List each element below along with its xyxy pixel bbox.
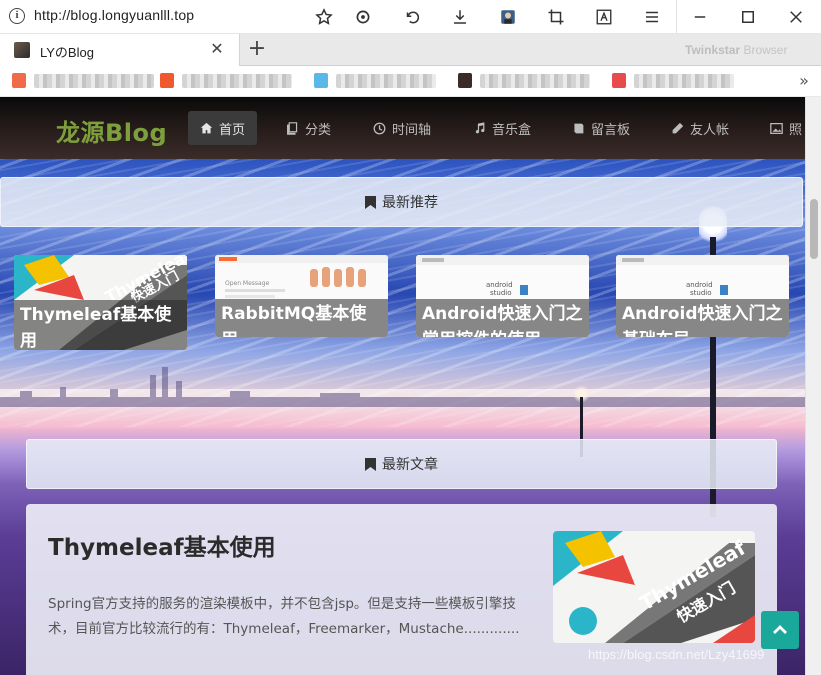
close-icon[interactable] xyxy=(785,6,807,28)
new-tab-icon[interactable]: + xyxy=(246,38,268,60)
clock-icon xyxy=(373,122,386,134)
favicon-icon xyxy=(14,42,30,58)
chevron-double-right-icon[interactable]: » xyxy=(794,71,814,91)
nav-label: 友人帐 xyxy=(690,122,730,138)
nav-timeline[interactable]: 时间轴 xyxy=(361,111,443,145)
divider xyxy=(676,0,677,34)
nav-home[interactable]: 首页 xyxy=(188,111,258,145)
bookmark-icon xyxy=(365,457,376,471)
bookmark-item[interactable] xyxy=(34,74,154,88)
pencil-icon xyxy=(672,122,684,133)
nav-label: 音乐盒 xyxy=(492,122,532,138)
scrollbar-thumb[interactable] xyxy=(810,199,818,259)
bookmark-icon[interactable] xyxy=(314,73,328,88)
bookmark-item[interactable] xyxy=(634,74,734,88)
site-logo[interactable]: 龙源Blog xyxy=(56,113,167,148)
nav-label: 时间轴 xyxy=(392,122,432,138)
svg-text:android: android xyxy=(686,281,713,289)
nav-label: 分类 xyxy=(305,122,332,138)
undo-icon[interactable] xyxy=(401,6,423,28)
article-thumbnail[interactable]: Thymeleaf 快速入门 xyxy=(553,531,755,643)
page-scrollbar[interactable] xyxy=(805,97,821,675)
minimize-icon[interactable] xyxy=(689,6,711,28)
recommended-header: 最新推荐 xyxy=(0,177,803,227)
bookmarks-bar: » xyxy=(0,66,821,97)
nav-friends[interactable]: 友人帐 xyxy=(659,111,741,145)
nav-label: 留言板 xyxy=(591,122,631,138)
info-icon[interactable]: i xyxy=(9,8,25,24)
recommended-card[interactable]: Thymeleaf 快速入门 Thymeleaf基本使用 xyxy=(14,255,187,350)
star-icon[interactable] xyxy=(313,6,335,28)
bookmark-icon[interactable] xyxy=(458,73,472,88)
card-title: RabbitMQ基本使用 xyxy=(215,299,388,337)
bookmark-item[interactable] xyxy=(336,74,436,88)
card-title: Thymeleaf基本使用 xyxy=(14,300,187,350)
page-viewport: 龙源Blog 首页 分类 时间轴 音乐盒 留言板 友人帐 照 最新推荐 Thym… xyxy=(0,97,821,675)
maximize-icon[interactable] xyxy=(737,6,759,28)
section-title: 最新文章 xyxy=(382,457,438,473)
image-icon xyxy=(770,122,783,134)
recommended-card[interactable]: Open Message RabbitMQ基本使用 xyxy=(215,255,388,337)
browser-chrome: i http://blog.longyuanlll.top LYのBlog ✕ … xyxy=(0,0,821,97)
article-summary: Spring官方支持的服务的渲染模板中，并不包含jsp。但是支持一些模板引擎技术… xyxy=(48,596,520,637)
bookmark-item[interactable] xyxy=(182,74,292,88)
music-icon xyxy=(475,121,485,133)
tab-title: LYのBlog xyxy=(40,45,94,60)
recommended-card[interactable]: android studio Android快速入门之常用控件的使用 xyxy=(416,255,589,337)
tab-bar: LYのBlog ✕ + Twinkstar Browser xyxy=(0,34,821,66)
nav-label: 照 xyxy=(789,122,803,138)
section-title: 最新推荐 xyxy=(382,195,438,211)
book-icon xyxy=(574,123,584,133)
nav-music[interactable]: 音乐盒 xyxy=(461,111,543,145)
crop-icon[interactable] xyxy=(545,6,567,28)
bookmark-item[interactable] xyxy=(480,74,590,88)
home-icon xyxy=(200,122,213,133)
copy-icon xyxy=(287,121,298,135)
bookmark-icon[interactable] xyxy=(612,73,626,88)
bookmark-icon xyxy=(365,195,376,209)
thymeleaf-cover-image: Thymeleaf 快速入门 xyxy=(553,531,755,643)
tab-close-icon[interactable]: ✕ xyxy=(208,40,226,58)
tab-lyblog[interactable]: LYのBlog ✕ xyxy=(0,34,240,66)
watermark-text: https://blog.csdn.net/Lzy41699 xyxy=(588,647,765,662)
avatar-icon[interactable] xyxy=(497,6,519,28)
svg-text:Open Message: Open Message xyxy=(225,280,270,287)
refresh-icon[interactable] xyxy=(352,6,374,28)
card-title: Android快速入门之基础布局 xyxy=(616,299,789,337)
svg-text:android: android xyxy=(486,281,513,289)
svg-text:studio: studio xyxy=(690,289,712,297)
back-to-top-button[interactable] xyxy=(761,611,799,649)
nav-category[interactable]: 分类 xyxy=(274,111,343,145)
svg-text:studio: studio xyxy=(490,289,512,297)
article-title[interactable]: Thymeleaf基本使用 xyxy=(48,528,276,562)
chevron-up-icon xyxy=(773,625,787,634)
city-skyline xyxy=(0,367,805,407)
nav-guestbook[interactable]: 留言板 xyxy=(560,111,642,145)
latest-header: 最新文章 xyxy=(26,439,777,489)
menu-icon[interactable] xyxy=(641,6,663,28)
nav-label: 首页 xyxy=(219,122,246,138)
recommended-card[interactable]: android studio Android快速入门之基础布局 xyxy=(616,255,789,337)
address-bar[interactable]: i http://blog.longyuanlll.top xyxy=(0,0,821,34)
browser-brand: Twinkstar Browser xyxy=(685,43,788,57)
download-icon[interactable] xyxy=(449,6,471,28)
url-text[interactable]: http://blog.longyuanlll.top xyxy=(34,7,194,23)
bookmark-icon[interactable] xyxy=(12,73,26,88)
card-title: Android快速入门之常用控件的使用 xyxy=(416,299,589,337)
site-navbar: 龙源Blog 首页 分类 时间轴 音乐盒 留言板 友人帐 照 xyxy=(0,97,805,159)
bookmark-icon[interactable] xyxy=(160,73,174,88)
translate-icon[interactable] xyxy=(593,6,615,28)
